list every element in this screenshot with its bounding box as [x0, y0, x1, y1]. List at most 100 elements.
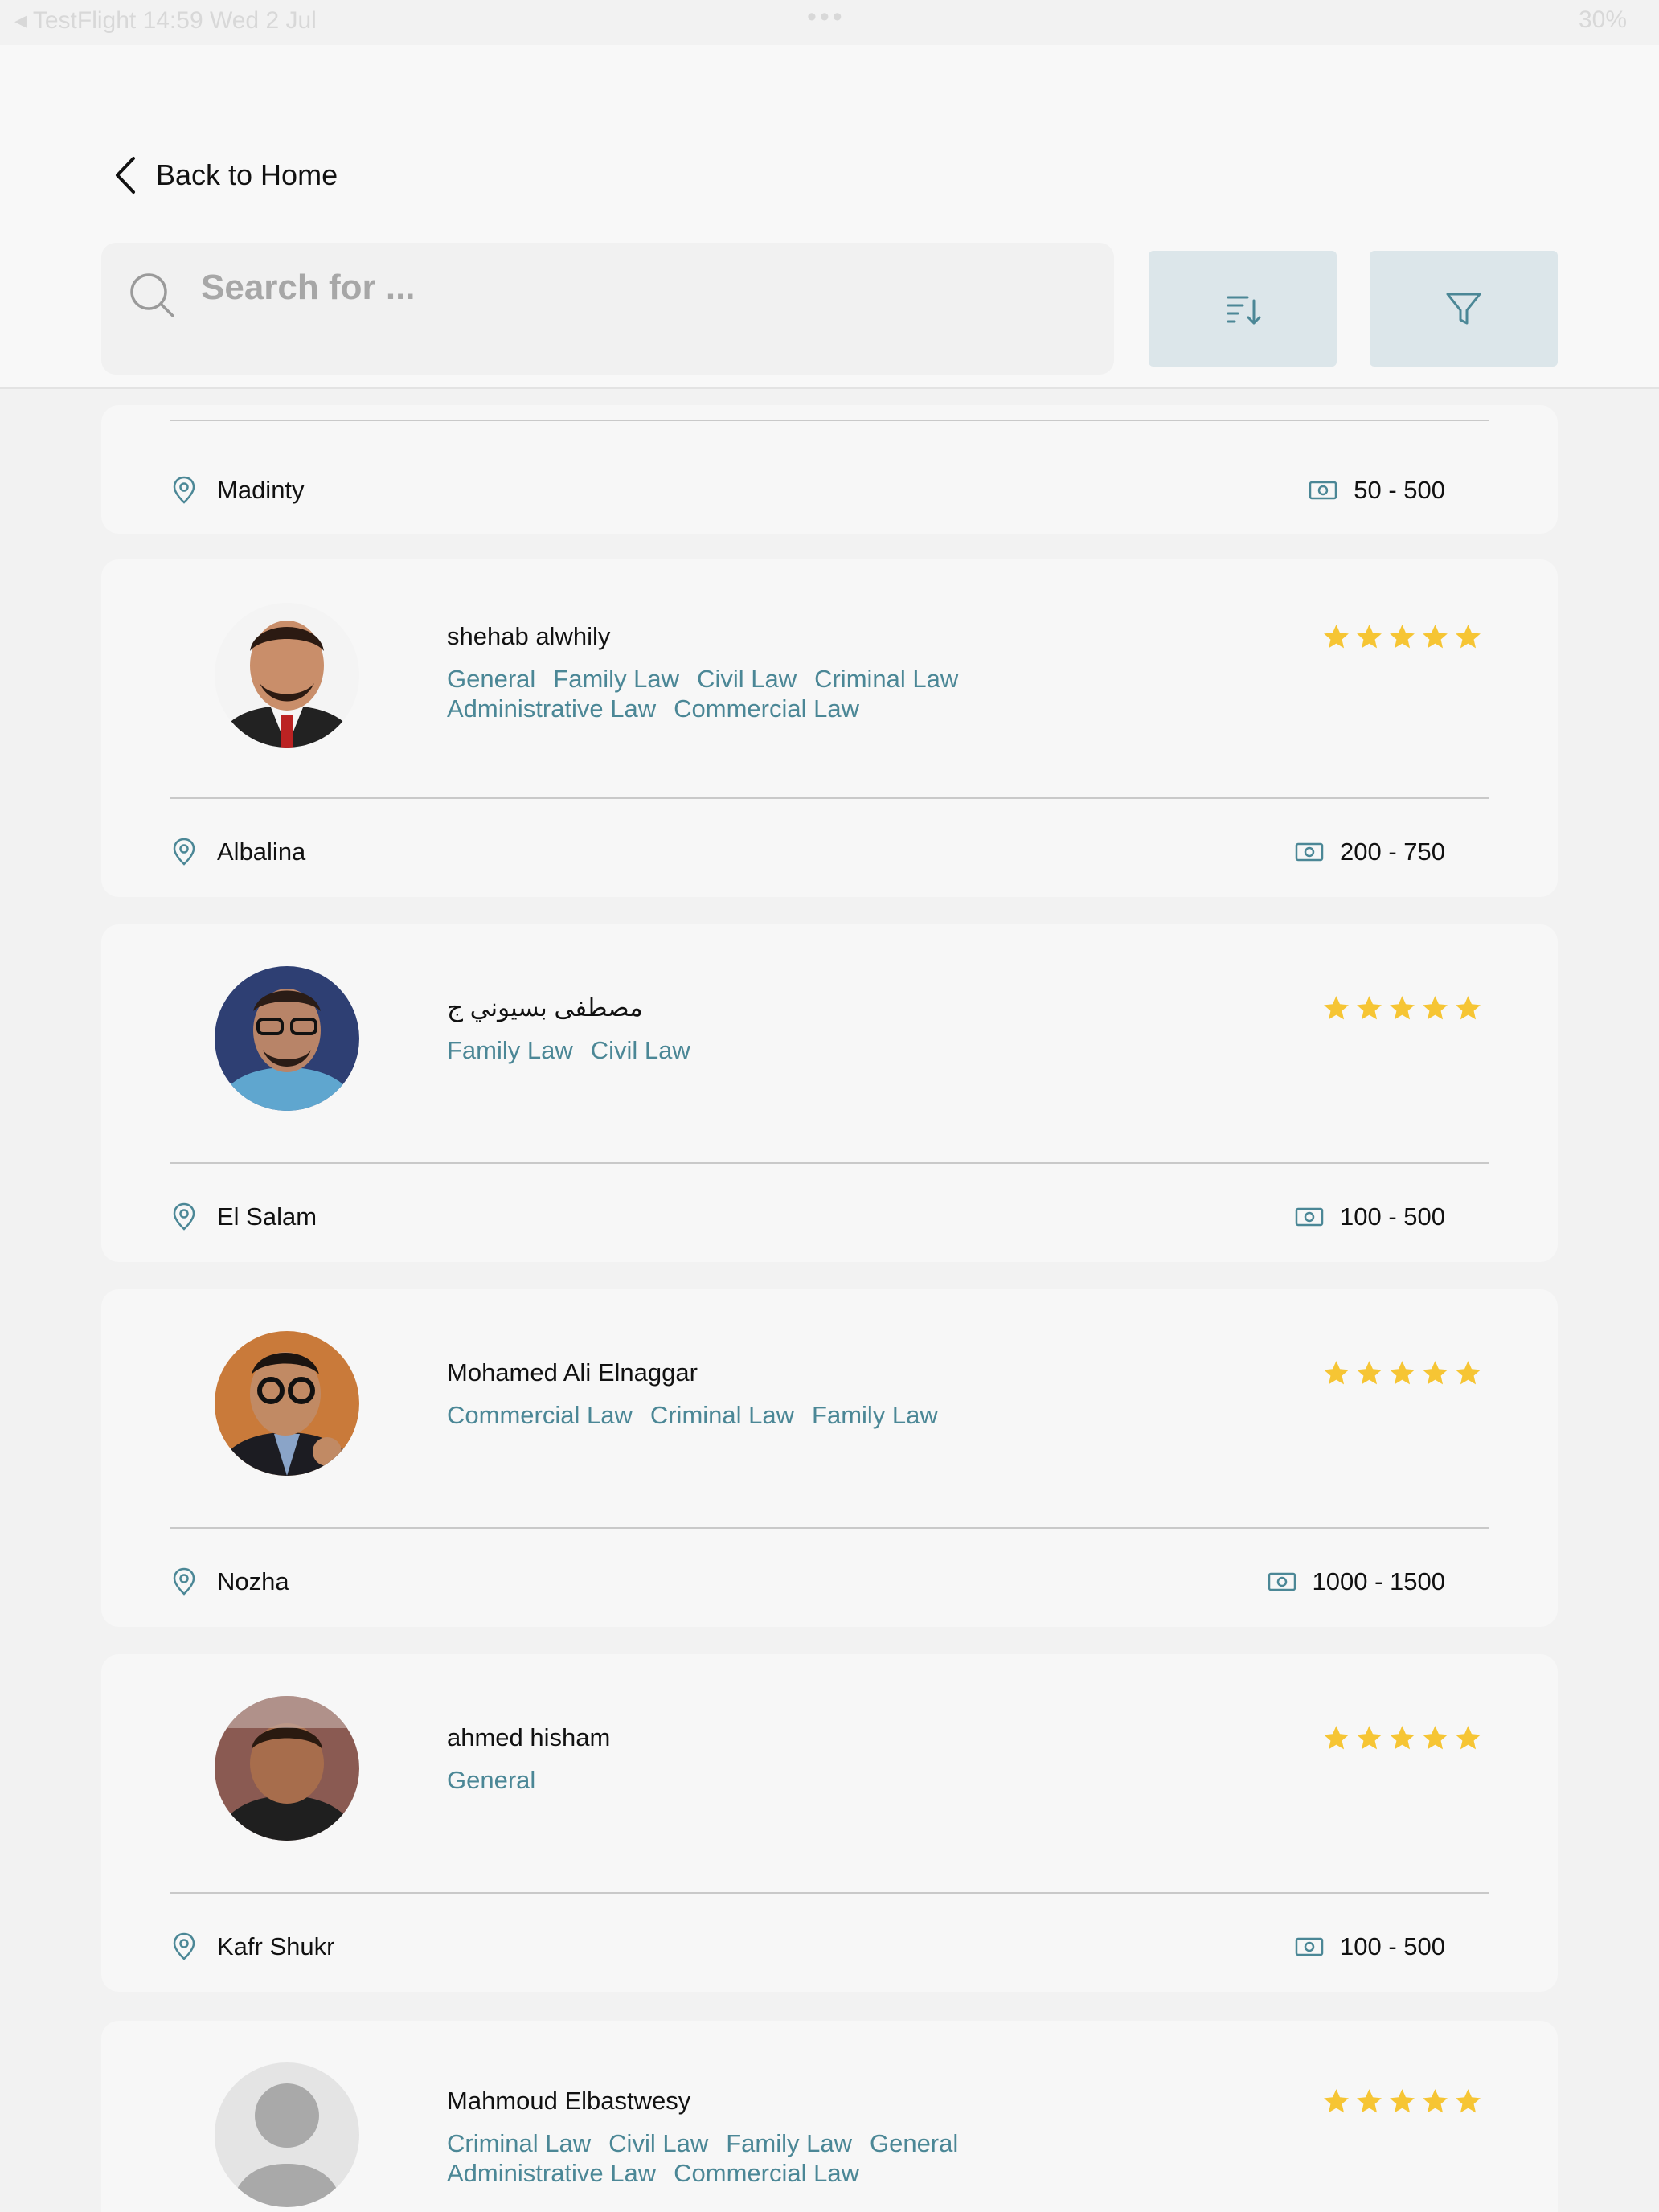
- specialty-tag: Commercial Law: [674, 694, 859, 723]
- specialty-tag: Commercial Law: [674, 2159, 859, 2187]
- search-icon: [130, 273, 174, 317]
- star-icon: [1390, 2089, 1415, 2113]
- money-icon: [1309, 481, 1337, 500]
- avatar: [215, 1331, 359, 1476]
- star-icon: [1357, 996, 1382, 1020]
- specialty-tag: Family Law: [553, 665, 680, 693]
- specialty-tag: Family Law: [812, 1401, 938, 1429]
- fee-text: 100 - 500: [1340, 1202, 1445, 1231]
- star-icon: [1423, 625, 1448, 649]
- fee-range: 50 - 500: [1309, 476, 1445, 505]
- fee-text: 1000 - 1500: [1312, 1567, 1445, 1596]
- fee-text: 200 - 750: [1340, 838, 1445, 866]
- specialty-tags: General: [447, 1765, 1090, 1795]
- sort-button[interactable]: [1149, 251, 1337, 367]
- fee-text: 50 - 500: [1354, 476, 1445, 504]
- star-icon: [1357, 1726, 1382, 1750]
- specialty-tag: Criminal Law: [447, 2129, 592, 2157]
- location-text: Kafr Shukr: [217, 1932, 335, 1960]
- specialty-tags: Criminal Law Civil Law Family Law General Ad…: [447, 2128, 1090, 2188]
- specialty-tag: Civil Law: [590, 1036, 690, 1064]
- location-pin-icon: [173, 838, 195, 866]
- specialty-tag: General: [869, 2129, 959, 2157]
- specialty-tag: Family Law: [726, 2129, 852, 2157]
- lawyer-name[interactable]: Mohamed Ali Elnaggar: [447, 1358, 698, 1387]
- multitask-dots-icon[interactable]: •••: [807, 2, 846, 33]
- status-bar: ◂ TestFlight 14:59 Wed 2 Jul ••• 30%: [0, 0, 1659, 45]
- star-icon: [1390, 1726, 1415, 1750]
- avatar: [215, 1696, 359, 1841]
- lawyer-name[interactable]: مصطفى بسيوني ج: [447, 993, 643, 1022]
- location-text: Nozha: [217, 1567, 289, 1596]
- specialty-tag: Criminal Law: [649, 1401, 795, 1429]
- star-icon: [1456, 2089, 1481, 2113]
- search-input[interactable]: [201, 260, 1085, 315]
- money-icon: [1295, 1207, 1324, 1227]
- lawyer-card[interactable]: ahmed hisham General Kafr Shukr 100 - 50…: [101, 1654, 1558, 1992]
- location-pin-icon: [173, 1932, 195, 1960]
- specialty-tag: Civil Law: [697, 665, 797, 693]
- location-pin-icon: [173, 476, 195, 504]
- location-pin-icon: [173, 1567, 195, 1596]
- card-divider: [170, 1162, 1489, 1164]
- specialty-tag: General: [447, 1766, 536, 1794]
- specialty-tag: Commercial Law: [447, 1401, 633, 1429]
- star-icon: [1357, 2089, 1382, 2113]
- card-divider: [170, 420, 1489, 421]
- location: El Salam: [172, 1202, 317, 1231]
- star-icon: [1423, 996, 1448, 1020]
- card-divider: [170, 1527, 1489, 1529]
- search-bar[interactable]: [101, 243, 1114, 375]
- specialty-tags: Commercial Law Criminal Law Family Law: [447, 1400, 1090, 1430]
- star-icon: [1390, 1361, 1415, 1385]
- specialty-tags: General Family Law Civil Law Criminal Law Ad…: [447, 664, 1090, 723]
- star-icon: [1456, 1361, 1481, 1385]
- fee-range: 200 - 750: [1295, 838, 1445, 866]
- location-text: Albalina: [217, 838, 306, 866]
- chevron-left-icon: [116, 157, 135, 194]
- star-icon: [1324, 996, 1349, 1020]
- location-text: El Salam: [217, 1202, 317, 1231]
- filter-icon: [1446, 293, 1481, 325]
- specialty-tag: Criminal Law: [814, 665, 959, 693]
- lawyer-card[interactable]: Mahmoud Elbastwesy Criminal Law Civil Law…: [101, 2021, 1558, 2212]
- avatar: [215, 603, 359, 748]
- rating-stars: [1321, 1723, 1486, 1753]
- location-text: Madinty: [217, 476, 305, 504]
- lawyer-card[interactable]: shehab alwhily General Family Law Civil La…: [101, 559, 1558, 897]
- lawyer-card[interactable]: Mohamed Ali Elnaggar Commercial Law Crimi…: [101, 1289, 1558, 1627]
- header: Back to Home: [0, 45, 1659, 389]
- star-icon: [1456, 625, 1481, 649]
- specialty-tag: Administrative Law: [447, 2159, 657, 2187]
- rating-stars: [1321, 622, 1486, 652]
- location: Nozha: [172, 1567, 289, 1596]
- money-icon: [1295, 1937, 1324, 1956]
- lawyer-card-partial[interactable]: Madinty 50 - 500: [101, 405, 1558, 534]
- fee-range: 1000 - 1500: [1268, 1567, 1445, 1596]
- lawyer-name[interactable]: shehab alwhily: [447, 622, 610, 651]
- star-icon: [1390, 625, 1415, 649]
- lawyer-name[interactable]: ahmed hisham: [447, 1723, 610, 1752]
- fee-range: 100 - 500: [1295, 1202, 1445, 1231]
- star-icon: [1324, 2089, 1349, 2113]
- star-icon: [1423, 1726, 1448, 1750]
- filter-button[interactable]: [1370, 251, 1558, 367]
- location: Kafr Shukr: [172, 1932, 334, 1961]
- battery-text: 30%: [1578, 6, 1627, 33]
- star-icon: [1357, 1361, 1382, 1385]
- avatar-placeholder: [215, 2062, 359, 2207]
- location: Albalina: [172, 838, 305, 866]
- star-icon: [1324, 1726, 1349, 1750]
- sort-icon: [1227, 296, 1261, 325]
- lawyer-card[interactable]: مصطفى بسيوني ج Family Law Civil Law El Sa…: [101, 924, 1558, 1262]
- specialty-tag: General: [447, 665, 536, 693]
- rating-stars: [1321, 2087, 1486, 2116]
- back-button[interactable]: Back to Home: [113, 151, 338, 199]
- location: Madinty: [172, 476, 305, 505]
- specialty-tag: Civil Law: [608, 2129, 709, 2157]
- star-icon: [1423, 1361, 1448, 1385]
- star-icon: [1324, 625, 1349, 649]
- rating-stars: [1321, 993, 1486, 1023]
- specialty-tag: Family Law: [447, 1036, 573, 1064]
- lawyer-name[interactable]: Mahmoud Elbastwesy: [447, 2087, 690, 2116]
